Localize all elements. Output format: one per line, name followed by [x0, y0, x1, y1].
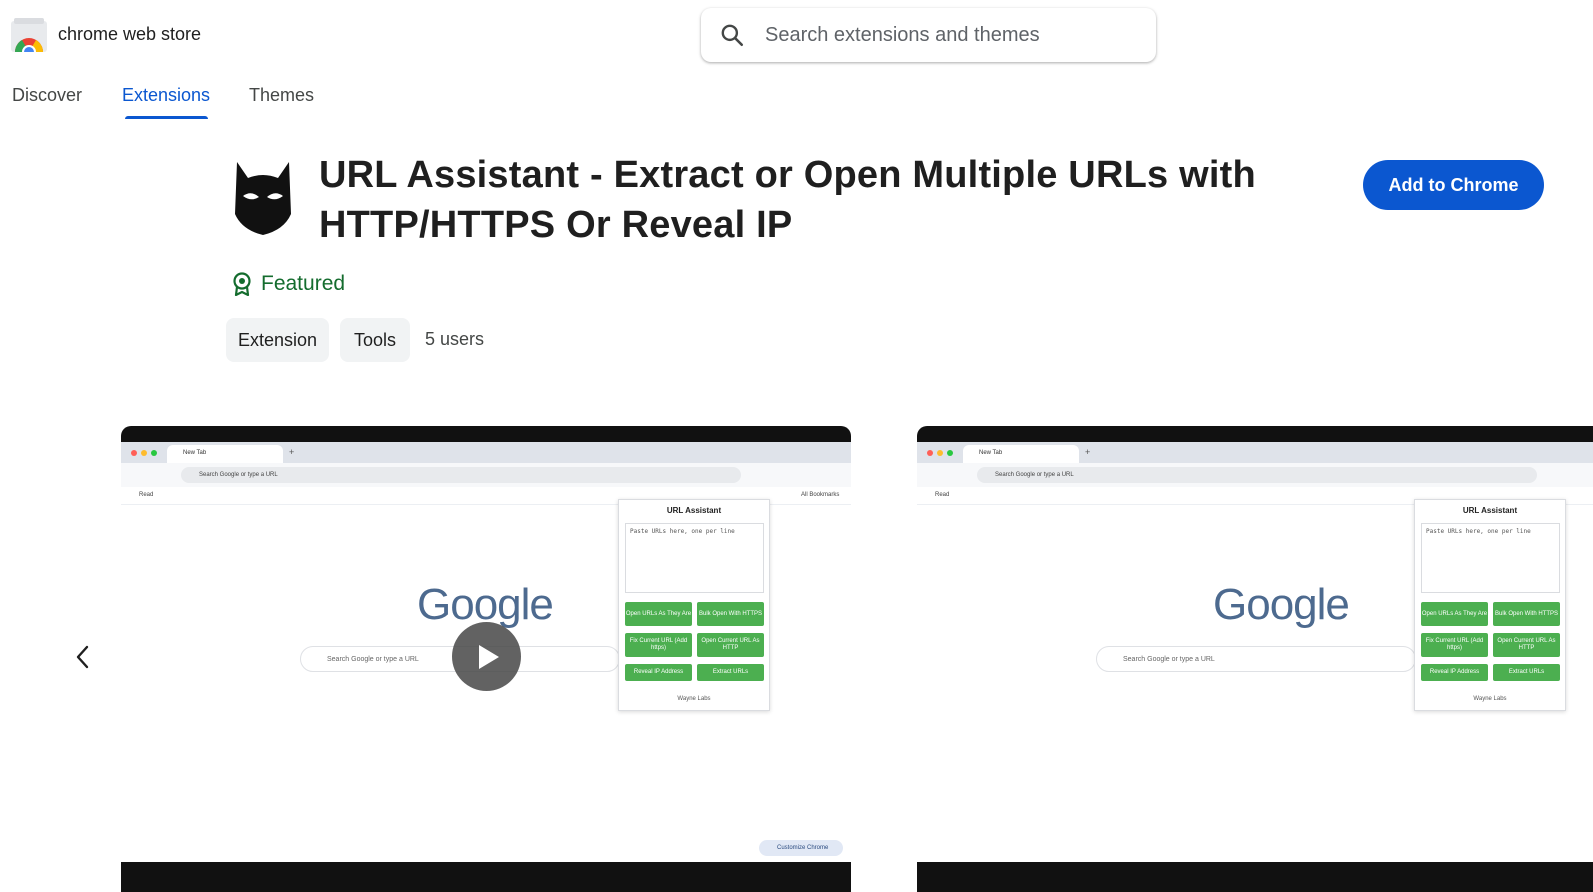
- screenshot-video[interactable]: New Tab + Search Google or type a URL Re…: [121, 426, 851, 892]
- mock-omnibox: Search Google or type a URL: [181, 467, 741, 483]
- maximize-dot: [947, 450, 953, 456]
- panel-button: Bulk Open With HTTPS: [697, 602, 764, 626]
- panel-textarea: Paste URLs here, one per line: [1421, 523, 1560, 593]
- mock-tab-bar: New Tab +: [121, 442, 851, 463]
- panel-button: Reveal IP Address: [625, 664, 692, 681]
- close-dot: [131, 450, 137, 456]
- panel-button: Extract URLs: [697, 664, 764, 681]
- panel-button: Extract URLs: [1493, 664, 1560, 681]
- panel-button: Open URLs As They Are: [1421, 602, 1488, 626]
- minimize-dot: [937, 450, 943, 456]
- tab-themes[interactable]: Themes: [249, 85, 314, 106]
- panel-button: Fix Current URL (Add https): [1421, 633, 1488, 657]
- panel-title: URL Assistant: [1462, 506, 1518, 515]
- screenshot-image[interactable]: New Tab + Search Google or type a URL Re…: [917, 426, 1593, 892]
- play-button[interactable]: [452, 622, 521, 691]
- panel-textarea: Paste URLs here, one per line: [625, 523, 764, 593]
- panel-button: Open URLs As They Are: [625, 602, 692, 626]
- search-input[interactable]: [765, 22, 1135, 48]
- mock-tab-bar: New Tab +: [917, 442, 1593, 463]
- screenshot-window: New Tab + Search Google or type a URL Re…: [917, 442, 1593, 862]
- panel-button: Bulk Open With HTTPS: [1493, 602, 1560, 626]
- panel-footer: Wayne Labs: [677, 696, 711, 702]
- add-to-chrome-button[interactable]: Add to Chrome: [1363, 160, 1544, 210]
- chevron-left-icon[interactable]: [70, 640, 96, 674]
- mock-extension-panel: URL Assistant Paste URLs here, one per l…: [1414, 499, 1566, 711]
- featured-badge[interactable]: Featured: [231, 272, 345, 296]
- mock-omnibox: Search Google or type a URL: [977, 467, 1537, 483]
- user-count: 5 users: [425, 329, 485, 349]
- plus-icon: +: [1085, 447, 1091, 457]
- panel-button: Open Current URL As HTTP: [1493, 633, 1560, 657]
- mock-tab: New Tab: [167, 445, 283, 463]
- chip-tools[interactable]: Tools: [340, 318, 410, 362]
- award-badge-icon: [233, 272, 251, 296]
- mock-google-search: Search Google or type a URL: [1096, 646, 1416, 672]
- mock-address-bar: Search Google or type a URL: [121, 463, 851, 487]
- close-dot: [927, 450, 933, 456]
- mock-customize-chrome: Customize Chrome: [759, 840, 843, 856]
- plus-icon: +: [289, 447, 295, 457]
- panel-footer: Wayne Labs: [1473, 696, 1507, 702]
- search-icon[interactable]: [719, 22, 745, 48]
- panel-button: Open Current URL As HTTP: [697, 633, 764, 657]
- tab-extensions[interactable]: Extensions: [122, 85, 210, 106]
- mock-all-bookmarks: All Bookmarks: [801, 492, 840, 498]
- panel-title: URL Assistant: [666, 506, 722, 515]
- mock-bookmark: Read: [139, 492, 154, 498]
- search-bar[interactable]: [701, 8, 1156, 62]
- maximize-dot: [151, 450, 157, 456]
- play-icon: [479, 645, 499, 669]
- panel-button: Reveal IP Address: [1421, 664, 1488, 681]
- minimize-dot: [141, 450, 147, 456]
- mock-tab: New Tab: [963, 445, 1079, 463]
- mock-address-bar: Search Google or type a URL: [917, 463, 1593, 487]
- store-logo[interactable]: [11, 18, 47, 59]
- mock-extension-panel: URL Assistant Paste URLs here, one per l…: [618, 499, 770, 711]
- panel-button: Fix Current URL (Add https): [625, 633, 692, 657]
- batman-mask-icon: [235, 162, 291, 235]
- extension-title: URL Assistant - Extract or Open Multiple…: [319, 154, 1256, 246]
- active-tab-indicator: [125, 116, 208, 119]
- chrome-web-store-icon: [11, 18, 47, 59]
- mock-google-logo: Google: [1213, 580, 1350, 629]
- tab-discover[interactable]: Discover: [12, 85, 82, 106]
- chip-extension[interactable]: Extension: [226, 318, 329, 362]
- mock-bookmark: Read: [935, 492, 950, 498]
- store-name[interactable]: chrome web store: [58, 24, 201, 45]
- featured-label: Featured: [261, 272, 346, 295]
